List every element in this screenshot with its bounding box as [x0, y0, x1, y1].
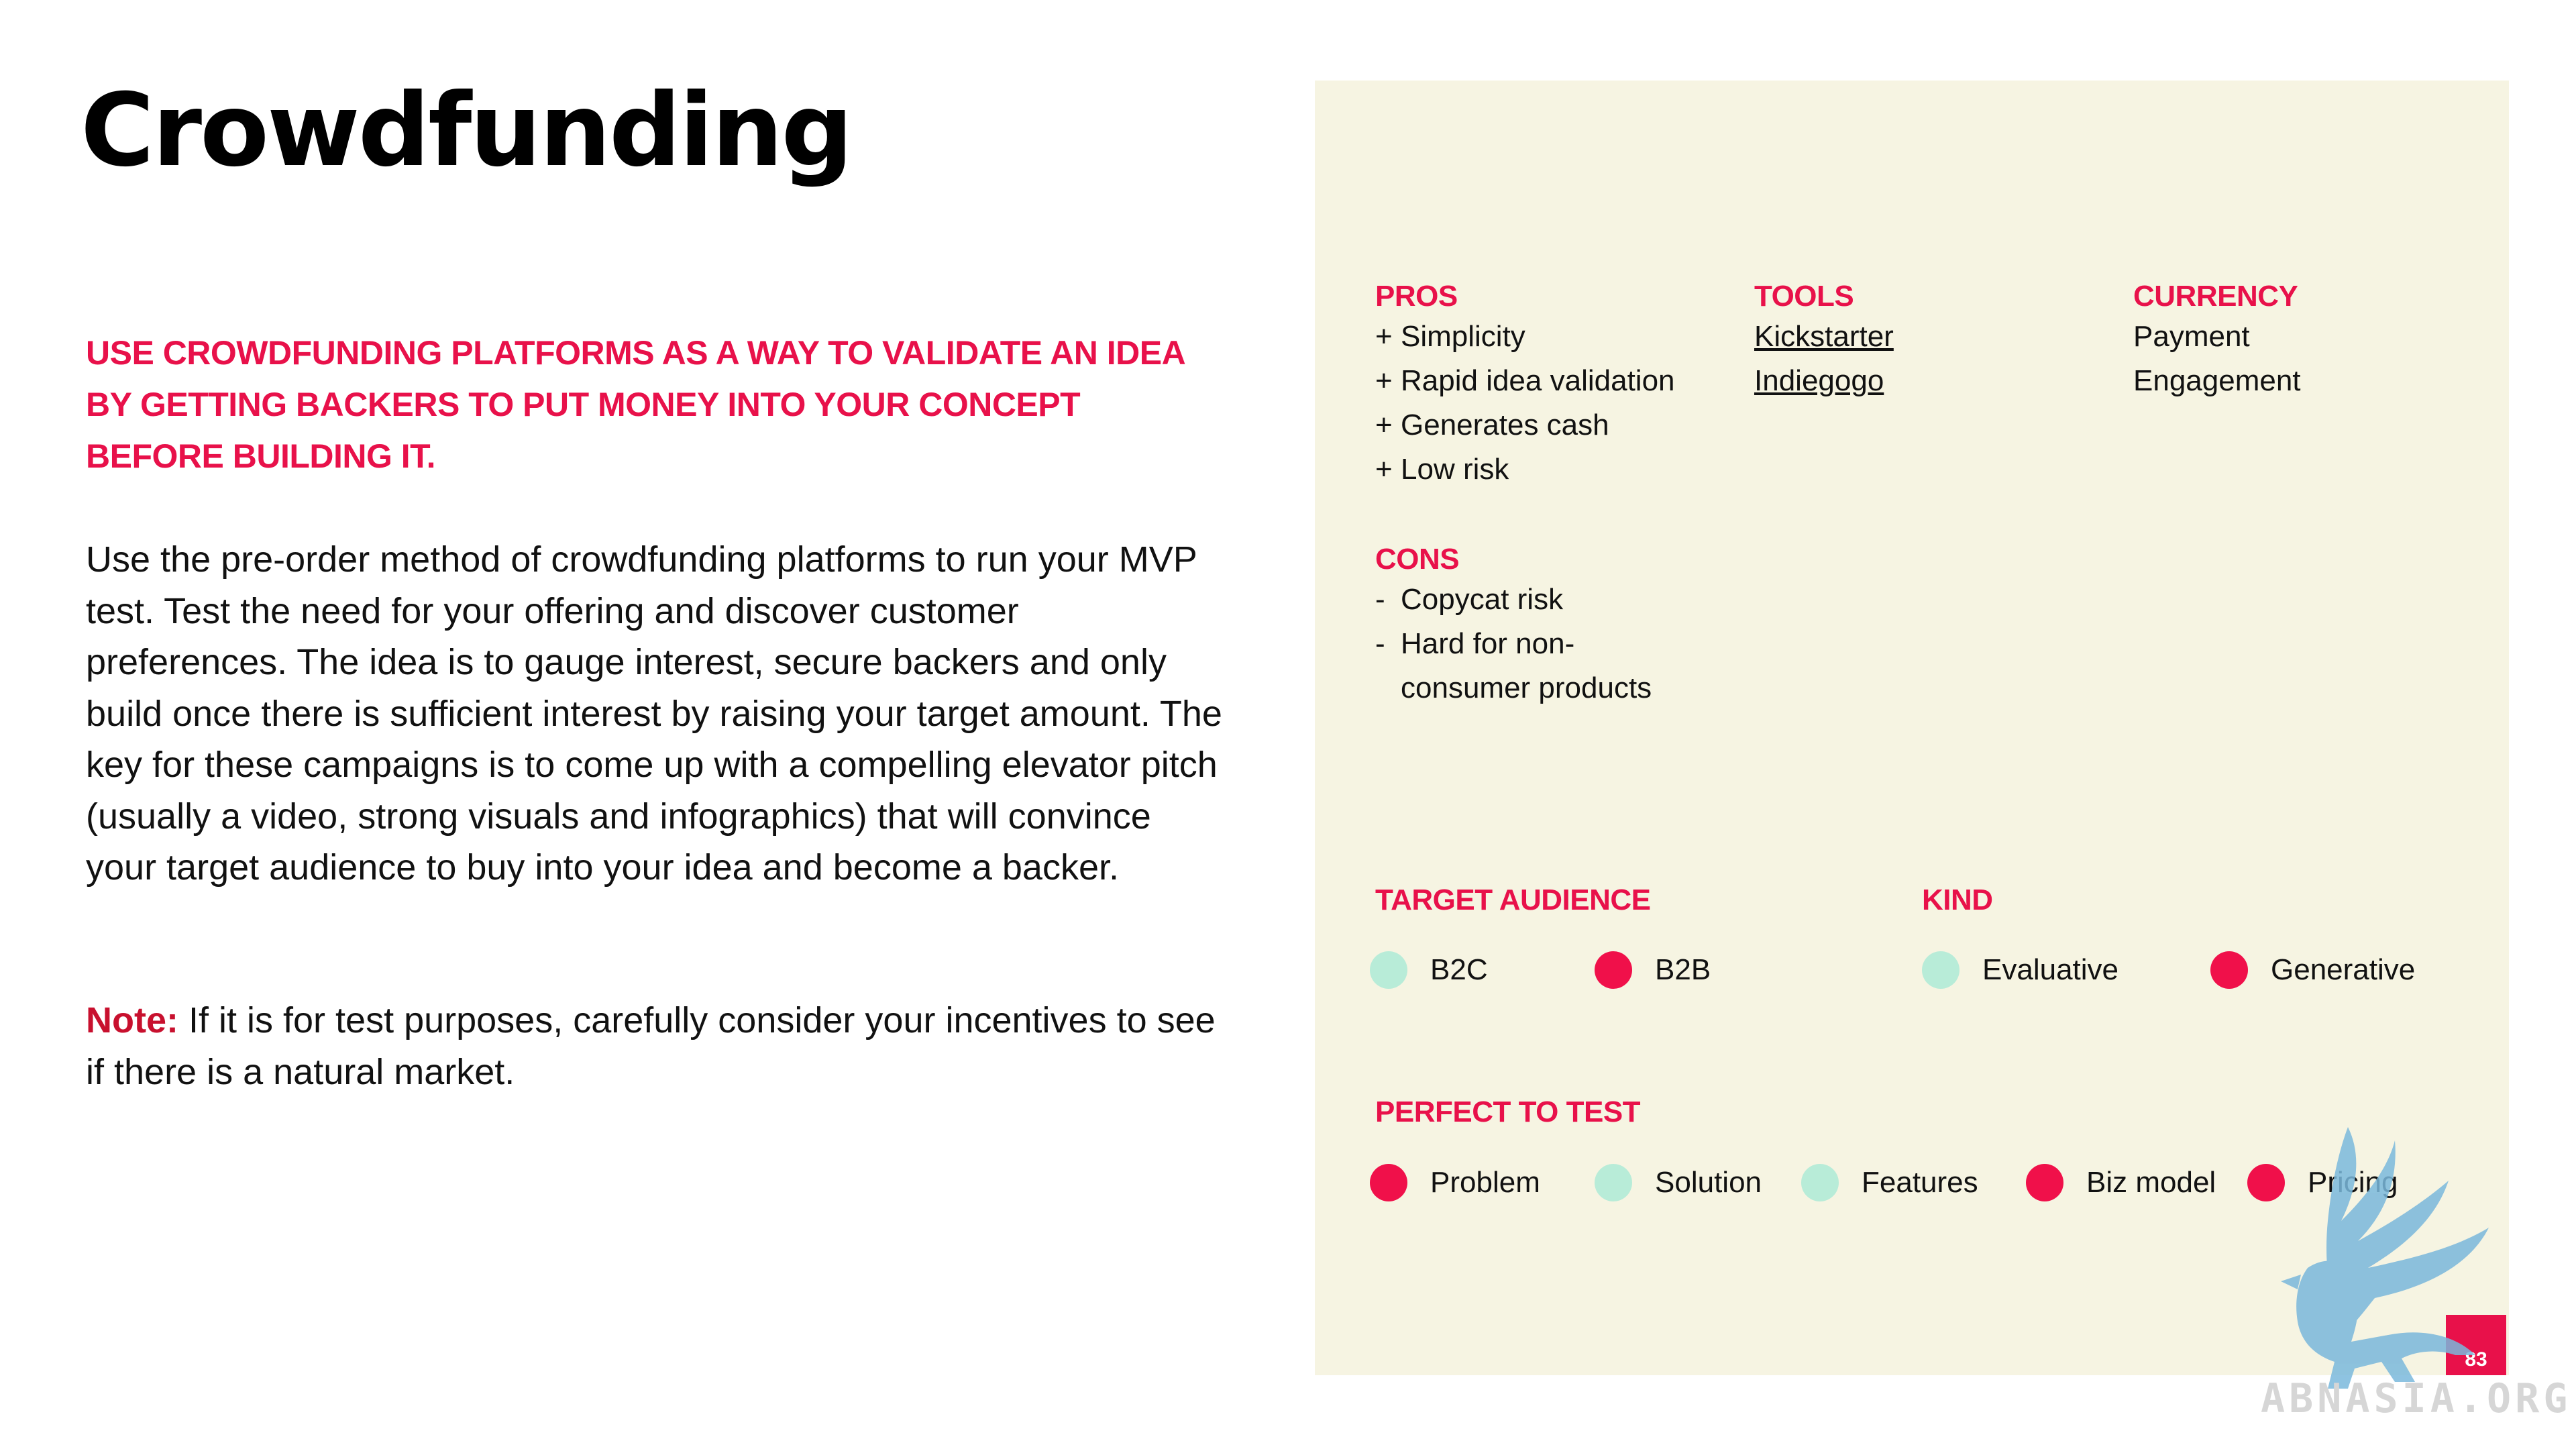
unselected-dot-icon [1370, 951, 1407, 989]
note-label: Note: [86, 1000, 178, 1040]
unselected-dot-icon [1801, 1164, 1839, 1201]
tools-label: TOOLS [1754, 280, 1854, 313]
cons-list: - Copycat risk - Hard for non- consumer pr… [1375, 578, 1652, 710]
note-paragraph: Note: If it is for test purposes, carefu… [86, 995, 1226, 1097]
list-item: + Generates cash [1375, 409, 1609, 441]
list-item: Engagement [2133, 364, 2301, 397]
indiegogo-link[interactable]: Indiegogo [1754, 359, 1884, 403]
pros-list: + Simplicity + Rapid idea validation + Gene… [1375, 315, 1675, 492]
page-title: Crowdfunding [80, 72, 853, 189]
selected-dot-icon [2210, 951, 2248, 989]
body-paragraph: Use the pre-order method of crowdfunding… [86, 539, 1222, 888]
headline: USE CROWDFUNDING PLATFORMS AS A WAY TO V… [86, 334, 1185, 475]
option-biz-model: Biz model [2026, 1164, 2216, 1201]
griffin-watermark-icon [2281, 1127, 2489, 1389]
selected-dot-icon [1595, 951, 1632, 989]
option-generative: Generative [2210, 951, 2415, 989]
target-audience-label: TARGET AUDIENCE [1375, 883, 1651, 916]
option-solution: Solution [1595, 1164, 1762, 1201]
cons-label: CONS [1375, 543, 1460, 576]
option-b2b: B2B [1595, 951, 1711, 989]
kickstarter-link[interactable]: Kickstarter [1754, 315, 1894, 359]
pros-label: PROS [1375, 280, 1458, 313]
option-evaluative: Evaluative [1922, 951, 2118, 989]
watermark-text: ABNASIA.ORG [2261, 1375, 2572, 1422]
currency-list: Payment Engagement [2133, 315, 2301, 403]
option-features: Features [1801, 1164, 1978, 1201]
option-b2c: B2C [1370, 951, 1488, 989]
selected-dot-icon [1370, 1164, 1407, 1201]
list-item: + Simplicity [1375, 320, 1525, 353]
perfect-to-test-label: PERFECT TO TEST [1375, 1095, 1641, 1128]
currency-label: CURRENCY [2133, 280, 2298, 313]
unselected-dot-icon [1922, 951, 1960, 989]
selected-dot-icon [2026, 1164, 2063, 1201]
tools-list: Kickstarter Indiegogo [1754, 315, 1894, 403]
list-item: + Rapid idea validation [1375, 364, 1675, 397]
list-item: - Copycat risk [1375, 583, 1564, 616]
list-item: - Hard for non- [1375, 627, 1575, 660]
note-text: If it is for test purposes, carefully co… [86, 1000, 1216, 1092]
list-item: + Low risk [1375, 453, 1509, 486]
option-problem: Problem [1370, 1164, 1540, 1201]
list-item-continuation: consumer products [1401, 672, 1652, 704]
kind-label: KIND [1922, 883, 1993, 916]
unselected-dot-icon [1595, 1164, 1632, 1201]
list-item: Payment [2133, 320, 2250, 353]
